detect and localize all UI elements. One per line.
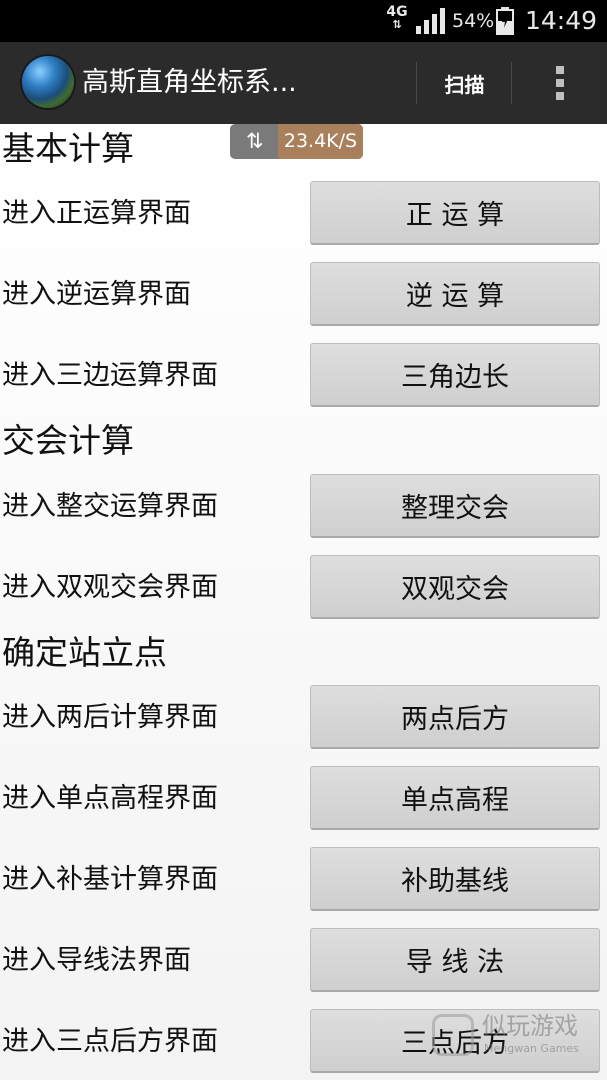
row-label: 进入单点高程界面	[2, 783, 218, 814]
row-label: 进入补基计算界面	[2, 864, 218, 895]
row-label: 进入三点后方界面	[2, 1026, 218, 1057]
watermark: 似玩游戏 Mengwan Games	[432, 1012, 602, 1062]
status-bar: 4G ⇅ 54% 14:49	[0, 0, 607, 42]
menu-content: 基本计算 进入正运算界面 正 运 算 进入逆运算界面 逆 运 算 进入三边运算界…	[0, 124, 607, 1080]
row-label: 进入逆运算界面	[2, 279, 191, 310]
dual-observation-button[interactable]: 双观交会	[310, 555, 600, 619]
watermark-logo-icon	[432, 1014, 474, 1056]
section-header-basic: 基本计算	[2, 129, 134, 168]
action-bar: 高斯直角坐标系... 扫描	[0, 42, 607, 124]
clock: 14:49	[525, 6, 598, 35]
intersection-button[interactable]: 整理交会	[310, 474, 600, 538]
section-header-intersection: 交会计算	[2, 421, 134, 460]
network-speed-overlay[interactable]: ⇅ 23.4K/S	[230, 124, 363, 159]
row-label: 进入三边运算界面	[2, 360, 218, 391]
row-label: 进入整交运算界面	[2, 491, 218, 522]
app-globe-icon[interactable]	[22, 56, 74, 108]
app-title: 高斯直角坐标系...	[82, 67, 297, 98]
network-indicator: 4G ⇅	[384, 5, 410, 37]
divider	[416, 62, 417, 104]
signal-icon	[416, 8, 445, 34]
scan-button[interactable]: 扫描	[418, 42, 511, 124]
row-label: 进入两后计算界面	[2, 702, 218, 733]
divider	[511, 62, 512, 104]
row-label: 进入正运算界面	[2, 198, 191, 229]
sync-arrows-icon: ⇅	[246, 129, 264, 153]
watermark-subtext: Mengwan Games	[484, 1042, 579, 1055]
network-speed: 23.4K/S	[278, 124, 363, 159]
battery-icon	[496, 7, 514, 35]
overflow-menu-icon[interactable]	[530, 42, 590, 124]
row-label: 进入双观交会界面	[2, 572, 218, 603]
traverse-button[interactable]: 导 线 法	[310, 928, 600, 992]
battery-percent: 54%	[452, 10, 495, 32]
two-point-resection-button[interactable]: 两点后方	[310, 685, 600, 749]
data-arrows-icon: ⇅	[392, 18, 402, 31]
auxiliary-baseline-button[interactable]: 补助基线	[310, 847, 600, 911]
row-label: 进入导线法界面	[2, 945, 191, 976]
watermark-text: 似玩游戏	[482, 1012, 578, 1040]
inverse-calc-button[interactable]: 逆 运 算	[310, 262, 600, 326]
single-point-elevation-button[interactable]: 单点高程	[310, 766, 600, 830]
triangle-sides-button[interactable]: 三角边长	[310, 343, 600, 407]
section-header-station: 确定站立点	[2, 633, 167, 672]
forward-calc-button[interactable]: 正 运 算	[310, 181, 600, 245]
